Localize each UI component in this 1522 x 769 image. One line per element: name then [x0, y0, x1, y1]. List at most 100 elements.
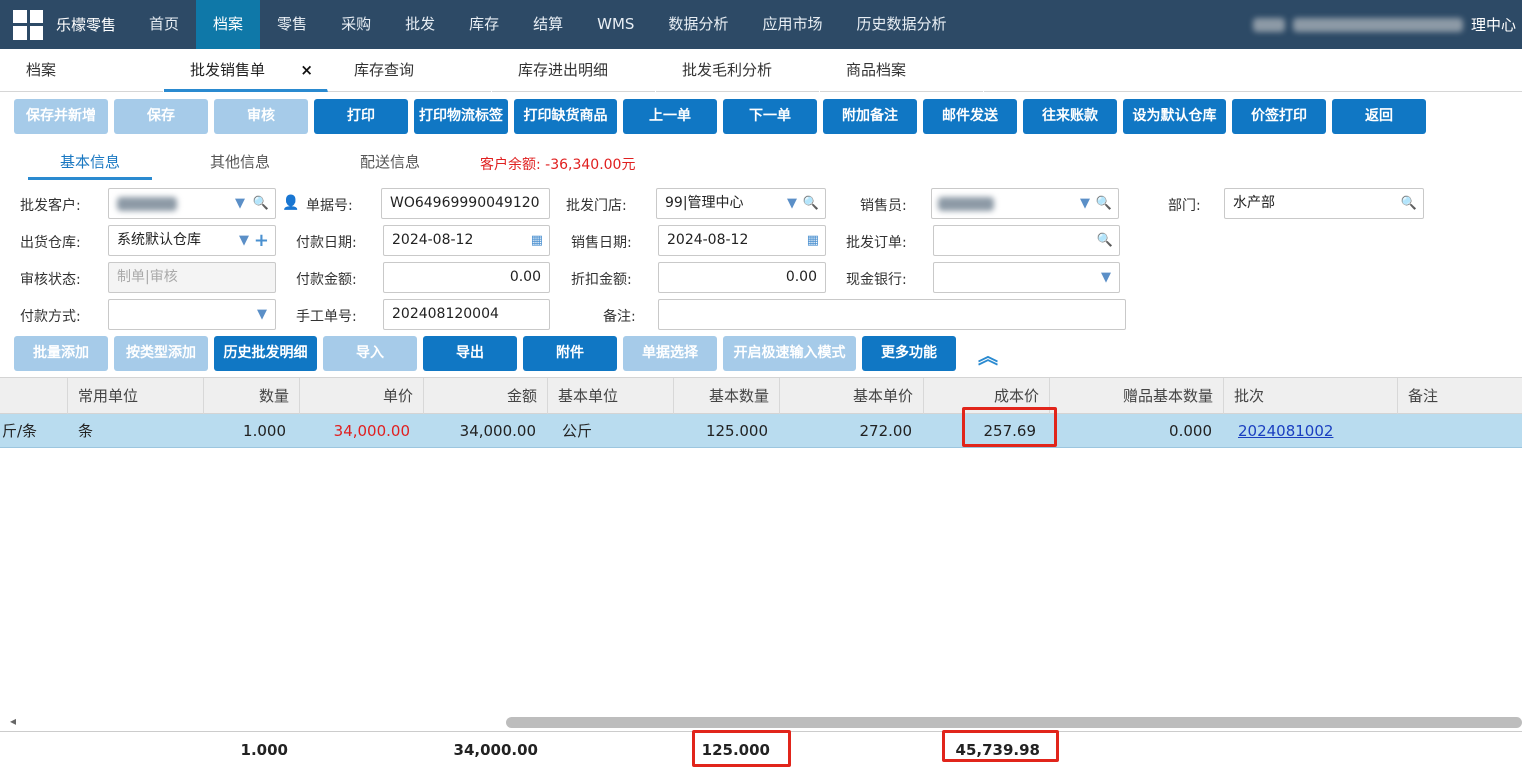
wholesale-order-field[interactable]: 🔍	[933, 225, 1120, 256]
cell-batch[interactable]: 2024081002	[1228, 414, 1398, 448]
tab-wholesale-sales-order[interactable]: 批发销售单 ×	[164, 49, 328, 92]
column-header-base-qty[interactable]: 基本数量	[674, 378, 780, 414]
search-icon[interactable]: 🔍	[1096, 189, 1112, 218]
print-out-of-stock-button[interactable]: 打印缺货商品	[514, 99, 617, 134]
scrollbar-thumb[interactable]	[506, 717, 1522, 728]
tab-inventory-query[interactable]: 库存查询	[328, 49, 492, 92]
nav-app-market[interactable]: 应用市场	[745, 0, 839, 49]
column-header-remark[interactable]: 备注	[1398, 378, 1522, 414]
nav-wholesale[interactable]: 批发	[388, 0, 452, 49]
horizontal-scrollbar[interactable]: ◂	[0, 714, 1522, 730]
tab-product-archive[interactable]: 商品档案	[820, 49, 984, 92]
chevron-down-icon[interactable]: ▼	[257, 300, 267, 329]
search-icon[interactable]: 🔍	[803, 189, 819, 218]
next-order-button[interactable]: 下一单	[723, 99, 817, 134]
warehouse-select[interactable]: 系统默认仓库 ▼ +	[108, 225, 276, 256]
tab-inventory-detail[interactable]: 库存进出明细	[492, 49, 656, 92]
fast-input-mode-button[interactable]: 开启极速输入模式	[723, 336, 856, 371]
column-header-unit[interactable]: 常用单位	[68, 378, 204, 414]
close-icon[interactable]: ×	[300, 49, 313, 92]
print-logistics-label-button[interactable]: 打印物流标签	[414, 99, 508, 134]
accounts-button[interactable]: 往来账款	[1023, 99, 1117, 134]
column-header-base-price[interactable]: 基本单价	[780, 378, 924, 414]
doc-no-field[interactable]: WO64969990049120	[381, 188, 550, 219]
export-button[interactable]: 导出	[423, 336, 517, 371]
set-default-warehouse-button[interactable]: 设为默认仓库	[1123, 99, 1226, 134]
column-header-gift-qty[interactable]: 赠品基本数量	[1050, 378, 1224, 414]
user-org-label: 理中心	[1470, 16, 1516, 34]
select-document-button[interactable]: 单据选择	[623, 336, 717, 371]
customer-select[interactable]: ▼ 🔍	[108, 188, 276, 219]
pay-date-field[interactable]: 2024-08-12 ▦	[383, 225, 550, 256]
calendar-icon[interactable]: ▦	[531, 226, 543, 255]
batch-add-button[interactable]: 批量添加	[14, 336, 108, 371]
back-button[interactable]: 返回	[1332, 99, 1426, 134]
chevron-down-icon[interactable]: ▼	[239, 226, 249, 255]
sale-date-field[interactable]: 2024-08-12 ▦	[658, 225, 826, 256]
search-icon[interactable]: 🔍	[1401, 189, 1417, 218]
tab-basic-info[interactable]: 基本信息	[28, 146, 152, 180]
scroll-left-icon[interactable]: ◂	[10, 714, 16, 728]
column-header-amount[interactable]: 金额	[424, 378, 548, 414]
tab-delivery-info[interactable]: 配送信息	[330, 146, 450, 180]
search-icon[interactable]: 🔍	[1097, 226, 1113, 255]
brand-name: 乐檬零售	[56, 16, 117, 34]
nav-inventory[interactable]: 库存	[452, 0, 516, 49]
cell-price: 34,000.00	[333, 422, 410, 440]
nav-retail[interactable]: 零售	[260, 0, 324, 49]
save-and-new-button[interactable]: 保存并新增	[14, 99, 108, 134]
add-customer-icon[interactable]: 👤	[282, 195, 299, 211]
attachment-button[interactable]: 附件	[523, 336, 617, 371]
audit-button[interactable]: 审核	[214, 99, 308, 134]
tab-other-info[interactable]: 其他信息	[180, 146, 300, 180]
add-by-type-button[interactable]: 按类型添加	[114, 336, 208, 371]
blurred-customer	[117, 197, 177, 211]
app-grid-icon[interactable]	[0, 0, 56, 49]
tab-gross-profit[interactable]: 批发毛利分析	[656, 49, 820, 92]
plus-icon[interactable]: +	[254, 226, 269, 255]
history-detail-button[interactable]: 历史批发明细	[214, 336, 317, 371]
remark-field[interactable]	[658, 299, 1126, 330]
pay-method-select[interactable]: ▼	[108, 299, 276, 330]
nav-archive[interactable]: 档案	[196, 0, 261, 49]
nav-settlement[interactable]: 结算	[516, 0, 580, 49]
previous-order-button[interactable]: 上一单	[623, 99, 717, 134]
top-nav-bar: 乐檬零售 首页 档案 零售 采购 批发 库存 结算 WMS 数据分析 应用市场 …	[0, 0, 1522, 49]
column-header-batch[interactable]: 批次	[1224, 378, 1398, 414]
nav-history-analysis[interactable]: 历史数据分析	[839, 0, 963, 49]
column-header-base-unit[interactable]: 基本单位	[548, 378, 674, 414]
chevron-down-icon[interactable]: ▼	[235, 189, 245, 218]
column-header-price[interactable]: 单价	[300, 378, 424, 414]
chevron-down-icon[interactable]: ▼	[1101, 263, 1111, 292]
nav-wms[interactable]: WMS	[580, 0, 651, 49]
import-button[interactable]: 导入	[323, 336, 417, 371]
price-tag-print-button[interactable]: 价签打印	[1232, 99, 1326, 134]
user-area[interactable]: 理中心	[1252, 14, 1522, 35]
send-email-button[interactable]: 邮件发送	[923, 99, 1017, 134]
chevron-down-icon[interactable]: ▼	[1080, 189, 1090, 218]
pay-amount-field[interactable]: 0.00	[383, 262, 550, 293]
print-button[interactable]: 打印	[314, 99, 408, 134]
bank-select[interactable]: ▼	[933, 262, 1120, 293]
calendar-icon[interactable]: ▦	[807, 226, 819, 255]
more-functions-button[interactable]: 更多功能	[862, 336, 956, 371]
batch-link[interactable]: 2024081002	[1238, 422, 1333, 440]
save-button[interactable]: 保存	[114, 99, 208, 134]
tab-archive[interactable]: 档案	[0, 49, 164, 92]
table-row[interactable]: 斤/条 条 1.000 34,000.00 34,000.00 公斤 125.0…	[0, 414, 1522, 448]
dept-field[interactable]: 水产部 🔍	[1224, 188, 1424, 219]
collapse-up-icon[interactable]: ︽	[978, 340, 998, 369]
discount-field[interactable]: 0.00	[658, 262, 826, 293]
store-select[interactable]: 99|管理中心 ▼ 🔍	[656, 188, 826, 219]
column-header-qty[interactable]: 数量	[204, 378, 300, 414]
chevron-down-icon[interactable]: ▼	[787, 189, 797, 218]
manual-no-field[interactable]: 202408120004	[383, 299, 550, 330]
salesman-select[interactable]: ▼ 🔍	[931, 188, 1119, 219]
nav-data-analysis[interactable]: 数据分析	[651, 0, 745, 49]
blurred-user-info	[1252, 17, 1285, 32]
add-remark-button[interactable]: 附加备注	[823, 99, 917, 134]
nav-purchase[interactable]: 采购	[324, 0, 388, 49]
cell-base-price: 272.00	[859, 422, 913, 440]
nav-home[interactable]: 首页	[132, 0, 196, 49]
search-icon[interactable]: 🔍	[253, 189, 269, 218]
